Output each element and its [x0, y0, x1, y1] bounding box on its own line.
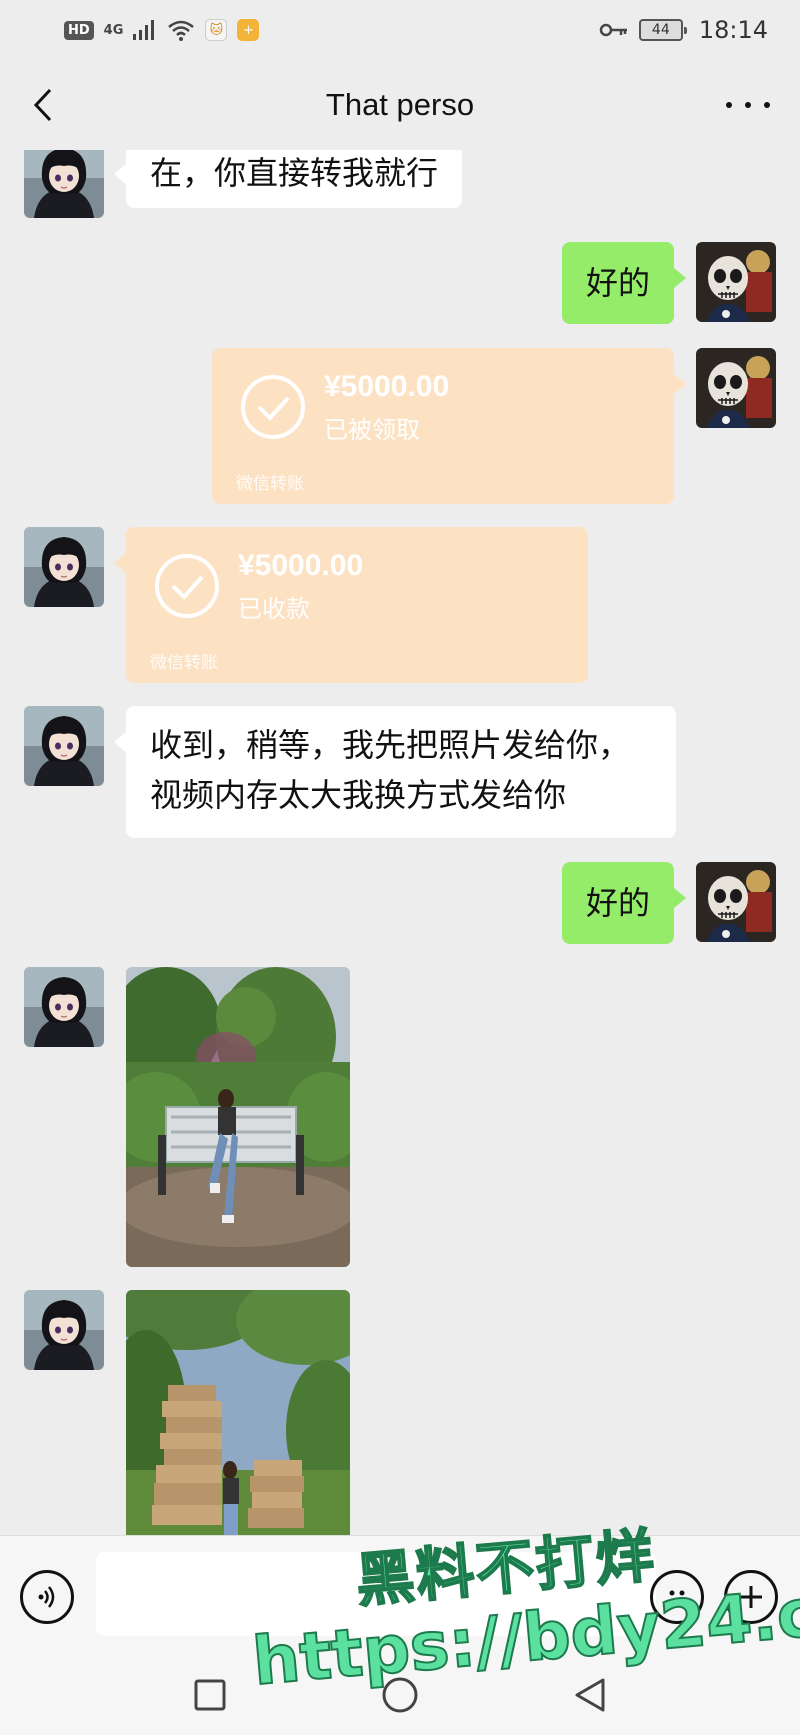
message-bubble[interactable]: 好的 — [561, 242, 687, 324]
transfer-footer: 微信转账 — [236, 474, 304, 494]
more-input-button[interactable] — [724, 1570, 778, 1624]
network-label: 4G — [103, 22, 124, 38]
message-text: 在，你直接转我就行 — [150, 154, 439, 192]
input-bar — [0, 1535, 800, 1655]
status-left: HD 4G 🐱 + — [64, 19, 260, 41]
contact-avatar[interactable] — [24, 150, 104, 218]
transfer-status: 已被领取 — [324, 416, 420, 444]
battery-icon: 44 — [638, 19, 687, 41]
transfer-card[interactable]: ¥5000.00 已被领取 微信转账 — [212, 348, 686, 504]
my-avatar[interactable] — [696, 348, 776, 428]
app-notification-icon: 🐱 — [205, 19, 228, 41]
my-avatar[interactable] — [696, 242, 776, 322]
contact-avatar[interactable] — [24, 967, 104, 1047]
contact-avatar-image — [24, 1290, 104, 1370]
contact-avatar[interactable] — [24, 1290, 104, 1370]
contact-avatar[interactable] — [24, 706, 104, 786]
wifi-icon — [168, 20, 195, 41]
message-text-line: 收到，稍等，我先把照片发给你， — [150, 726, 631, 764]
status-bar: HD 4G 🐱 + 44 18:14 — [0, 0, 800, 60]
voice-button[interactable] — [20, 1570, 74, 1624]
recent-apps-button[interactable] — [190, 1675, 230, 1715]
chat-header: That perso — [0, 60, 800, 150]
transfer-card[interactable]: ¥5000.00 已收款 微信转账 — [114, 527, 588, 683]
transfer-amount: ¥5000.00 — [238, 549, 364, 582]
message-input[interactable] — [96, 1552, 656, 1636]
app-notification-icon: + — [237, 19, 260, 41]
plus-icon — [740, 1586, 762, 1608]
chat-messages[interactable]: 在，你直接转我就行 好的 ¥5000.00 已被领取 微信转账 ¥5000.00… — [0, 150, 800, 1535]
recent-apps-icon — [194, 1679, 226, 1711]
more-dots-icon — [726, 102, 732, 108]
signal-icon — [133, 20, 155, 40]
contact-avatar-image — [24, 967, 104, 1047]
key-icon — [599, 23, 627, 37]
message-text-line: 视频内存太大我换方式发给你 — [150, 776, 567, 814]
emoji-icon — [669, 1590, 685, 1605]
photo-woman-by-book-stack — [126, 1290, 350, 1535]
message-bubble[interactable]: 在，你直接转我就行 — [113, 150, 463, 208]
back-nav-button[interactable] — [570, 1675, 610, 1715]
my-avatar-image — [696, 862, 776, 942]
my-avatar[interactable] — [696, 862, 776, 942]
photo-woman-on-bench — [126, 967, 350, 1267]
transfer-status: 已收款 — [238, 595, 310, 623]
chat-title: That perso — [325, 87, 475, 122]
contact-avatar-image — [24, 527, 104, 607]
status-right: 44 18:14 — [599, 16, 768, 44]
voice-icon — [38, 1586, 55, 1608]
more-dot — [745, 102, 751, 108]
message-text: 好的 — [585, 884, 650, 922]
hd-badge: HD — [64, 20, 94, 40]
back-button[interactable] — [28, 88, 58, 122]
home-icon — [382, 1677, 418, 1713]
my-avatar-image — [696, 348, 776, 428]
clock: 18:14 — [698, 16, 768, 44]
battery-level: 44 — [651, 22, 670, 38]
contact-avatar[interactable] — [24, 527, 104, 607]
photo-message[interactable] — [126, 967, 350, 1267]
system-nav-bar — [0, 1655, 800, 1735]
check-circle-icon — [241, 375, 305, 439]
check-circle-icon — [155, 554, 219, 618]
my-avatar-image — [696, 242, 776, 322]
home-button[interactable] — [380, 1675, 420, 1715]
back-triangle-icon — [575, 1678, 605, 1712]
more-options-button[interactable] — [726, 88, 770, 122]
transfer-footer: 微信转账 — [150, 653, 218, 673]
contact-avatar-image — [24, 150, 104, 218]
message-bubble[interactable]: 好的 — [561, 862, 687, 944]
message-bubble[interactable]: 收到，稍等，我先把照片发给你， 视频内存太大我换方式发给你 — [114, 706, 676, 838]
transfer-amount: ¥5000.00 — [324, 370, 450, 403]
photo-message[interactable] — [126, 1290, 350, 1535]
emoji-button[interactable] — [650, 1570, 704, 1624]
chevron-left-icon — [33, 88, 52, 122]
more-dot — [764, 102, 770, 108]
contact-avatar-image — [24, 706, 104, 786]
message-text: 好的 — [585, 264, 650, 302]
